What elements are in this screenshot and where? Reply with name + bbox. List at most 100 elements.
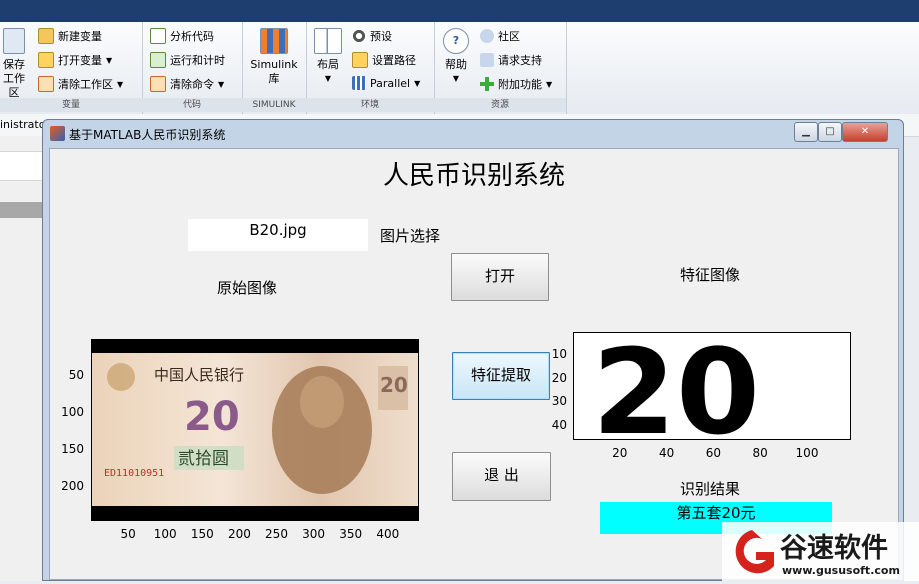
clear-workspace-dropdown-icon[interactable]: ▼ [117,80,123,89]
set-path-label: 设置路径 [372,54,416,67]
feature-digits-image: 20 [592,323,760,461]
y-tick-label: 10 [551,347,567,362]
help-dropdown-icon[interactable]: ▼ [438,72,474,86]
simulink-library-button[interactable]: Simulink 库 [246,28,302,86]
parallel-button[interactable]: Parallel ▼ [352,76,420,90]
resources-group-label: 资源 [434,98,566,112]
banknote-serial: ED11010951 [104,468,164,479]
x-tick-label: 150 [190,527,214,541]
open-variable-dropdown-icon[interactable]: ▼ [106,56,112,65]
analyze-code-label: 分析代码 [170,30,214,43]
extract-features-button[interactable]: 特征提取 [452,352,550,400]
minimize-button[interactable]: ▁ [794,122,818,142]
environment-group-label: 环境 [306,98,434,112]
add-ons-button[interactable]: 附加功能 ▼ [480,76,552,92]
code-group-label: 代码 [142,98,242,112]
feature-image-label: 特征图像 [680,266,741,284]
analyze-code-button[interactable]: 分析代码 [150,28,214,44]
banknote-bank-name: 中国人民银行 [154,366,244,384]
simulink-label-1: Simulink [250,58,298,71]
banknote-corner-denomination: 20 [380,373,408,397]
save-workspace-label-2: 工作区 [3,72,25,99]
run-and-time-button[interactable]: 运行和计时 [150,52,225,68]
ribbon-group-simulink: Simulink 库 SIMULINK [242,22,307,114]
clear-commands-button[interactable]: 清除命令 ▼ [150,76,224,92]
help-button[interactable]: ? 帮助 ▼ [438,28,474,86]
layout-button[interactable]: 布局 ▼ [310,28,346,86]
x-tick-label: 100 [153,527,177,541]
community-button[interactable]: 社区 [480,28,520,44]
parallel-icon [352,76,366,90]
request-support-label: 请求支持 [498,54,542,67]
left-panel-scroll[interactable] [0,202,42,218]
banknote-chinese-amount: 贰拾圆 [178,449,229,469]
x-tick-label: 250 [265,527,288,541]
ribbon-group-resources: ? 帮助 ▼ 社区 请求支持 附加功能 ▼ 资源 [434,22,567,114]
open-variable-icon [38,52,54,68]
clear-commands-dropdown-icon[interactable]: ▼ [218,80,224,89]
gear-icon [352,29,366,43]
support-icon [480,53,494,67]
matlab-ribbon: 保存 工作区 新建变量 打开变量 ▼ 清除工作区 ▼ 变量 分析代码 运行和计时 [0,22,919,115]
original-image-label: 原始图像 [217,279,278,297]
community-label: 社区 [498,30,520,43]
save-workspace-icon [3,28,25,54]
y-tick-label: 20 [551,370,567,385]
banknote-image: 中国人民银行 20 贰拾圆 ED11010951 20 [92,353,418,506]
ribbon-group-code: 分析代码 运行和计时 清除命令 ▼ 代码 [142,22,243,114]
folder-icon [352,52,368,68]
left-panel-row[interactable] [0,151,42,181]
save-workspace-button[interactable]: 保存 工作区 [0,28,30,100]
new-variable-icon [38,28,54,44]
preferences-button[interactable]: 预设 [352,28,392,44]
clear-workspace-button[interactable]: 清除工作区 ▼ [38,76,123,92]
watermark: 谷速软件 www.gususoft.com [722,522,919,581]
set-path-button[interactable]: 设置路径 [352,52,416,68]
open-button[interactable]: 打开 [451,253,549,301]
window-titlebar[interactable]: 基于MATLAB人民币识别系统 ▁ □ ✕ [43,120,903,148]
new-variable-label: 新建变量 [58,30,102,43]
x-tick-label: 350 [339,527,363,541]
x-tick-label: 300 [302,527,326,541]
community-icon [480,29,494,43]
x-tick-label: 80 [752,446,768,460]
pick-image-label: 图片选择 [380,227,441,245]
matlab-icon [50,126,65,141]
y-tick-label: 50 [68,368,84,383]
x-tick-label: 20 [612,446,628,460]
simulink-label-2: 库 [268,72,280,85]
add-ons-dropdown-icon[interactable]: ▼ [546,80,552,89]
help-icon: ? [443,28,469,54]
y-tick-label: 200 [61,479,84,494]
open-variable-label: 打开变量 [58,54,102,67]
watermark-brand: 谷速软件 [780,533,888,564]
run-and-time-label: 运行和计时 [170,54,225,67]
close-button[interactable]: ✕ [842,122,888,142]
exit-button[interactable]: 退 出 [452,452,551,501]
help-label: 帮助 [445,58,467,71]
watermark-url: www.gususoft.com [782,564,900,577]
simulink-group-label: SIMULINK [242,98,306,112]
open-variable-button[interactable]: 打开变量 ▼ [38,52,112,68]
address-path: inistrato [0,118,46,131]
y-tick-label: 100 [61,405,84,420]
feature-digits: 20 [592,333,760,439]
maximize-button[interactable]: □ [818,122,842,142]
clear-commands-icon [150,76,166,92]
page-title: 人民币识别系统 [382,161,565,191]
original-image-axes: 中国人民银行 20 贰拾圆 ED11010951 20 [91,339,419,521]
top-strip [0,0,919,22]
x-tick-label: 400 [376,527,400,541]
x-tick-label: 50 [120,527,136,541]
layout-dropdown-icon[interactable]: ▼ [310,72,346,86]
y-tick-label: 150 [61,442,84,457]
x-tick-label: 200 [227,527,251,541]
y-tick-label: 30 [551,394,567,409]
parallel-dropdown-icon[interactable]: ▼ [414,79,420,88]
x-tick-label: 60 [705,446,722,460]
new-variable-button[interactable]: 新建变量 [38,28,102,44]
feature-image-axes: 20 [573,323,851,461]
ribbon-group-variable: 保存 工作区 新建变量 打开变量 ▼ 清除工作区 ▼ 变量 [0,22,143,114]
request-support-button[interactable]: 请求支持 [480,52,542,68]
clear-workspace-icon [38,76,54,92]
